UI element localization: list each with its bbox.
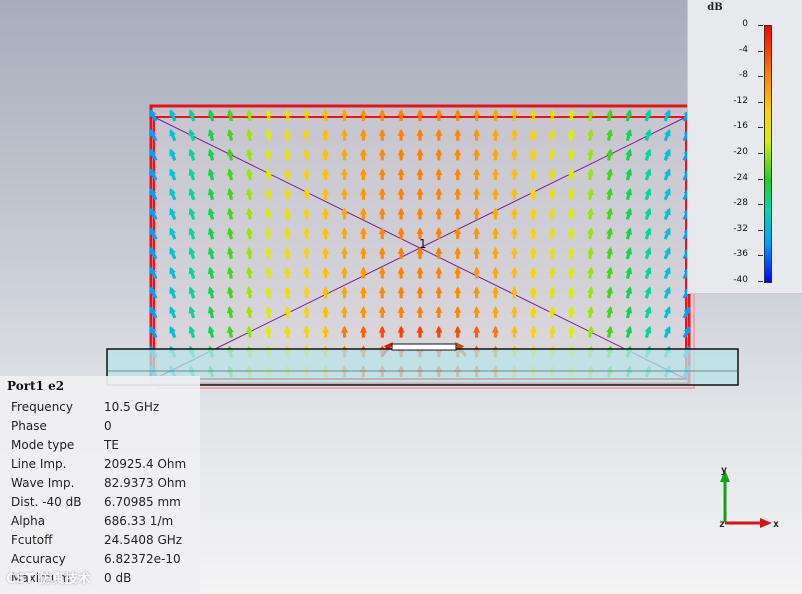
legend-tick-mark [758,76,763,78]
port-mode-title: Port1 e2 [7,379,65,393]
legend-tick-label: -40 [733,275,748,285]
info-key: Alpha [11,514,46,528]
legend-tick-label: -8 [739,70,748,81]
microstrip-trace [391,343,457,351]
info-value: 6.70985 mm [104,495,181,509]
info-value: 24.5408 GHz [104,533,183,547]
legend-tick-label: -20 [733,147,748,157]
x-axis-arrowhead [760,518,772,528]
info-key: Wave Imp. [11,476,75,490]
substrate-block [106,343,739,386]
info-key: Frequency [11,400,73,414]
info-value: 82.9373 Ohm [104,476,187,490]
legend-tick-mark [758,281,763,282]
legend-tick-mark [758,229,763,231]
port-number-label: 1 [419,237,427,251]
x-axis-label: x [773,519,779,530]
info-value: 6.82372e-10 [104,552,181,566]
z-axis-label: z [719,519,725,530]
info-value: 10.5 GHz [104,400,160,414]
legend-tick-mark [758,50,763,52]
info-key: Mode type [11,438,75,452]
watermark: CST 仿真技术 [6,572,91,587]
port-info-panel: Port1 e2 Frequency 10.5 GHz Phase 0 Mode typ… [0,376,200,594]
legend-tick-label: -32 [733,223,748,234]
legend-tick-label: -4 [739,44,748,55]
info-value: TE [104,438,119,452]
y-axis-label: y [721,465,727,476]
legend-tick-label: -36 [733,249,748,260]
legend-unit-label: dB [707,2,723,13]
legend-tick-mark [758,101,763,103]
legend-tick-label: -12 [733,95,748,106]
legend-color-bar [764,25,772,283]
color-legend: dB 0 -4 -8 -12 -16 -20 -24 -28 -32 -36 -40 [687,0,802,294]
legend-tick-mark [758,153,763,154]
legend-tick-mark [758,127,763,129]
substrate-body [106,348,739,386]
info-value: 0 [104,419,112,433]
axes-gizmo: y z x [719,465,779,530]
info-key: Fcutoff [11,533,53,547]
legend-tick-mark [758,255,763,257]
info-value: 686.33 1/m [104,514,174,528]
legend-tick-label: 0 [742,19,748,29]
info-key: Line Imp. [11,457,67,471]
legend-tick-label: -24 [733,172,748,183]
info-value: 0 dB [104,571,132,585]
legend-tick-label: -16 [733,121,748,132]
info-value: 20925.4 Ohm [104,457,187,471]
legend-tick-label: -28 [733,198,748,209]
info-key: Phase [11,419,47,433]
legend-tick-mark [758,178,763,180]
info-key: Accuracy [11,552,66,566]
legend-tick-mark [758,25,763,26]
info-key: Dist. -40 dB [11,495,82,509]
legend-tick-mark [758,204,763,206]
